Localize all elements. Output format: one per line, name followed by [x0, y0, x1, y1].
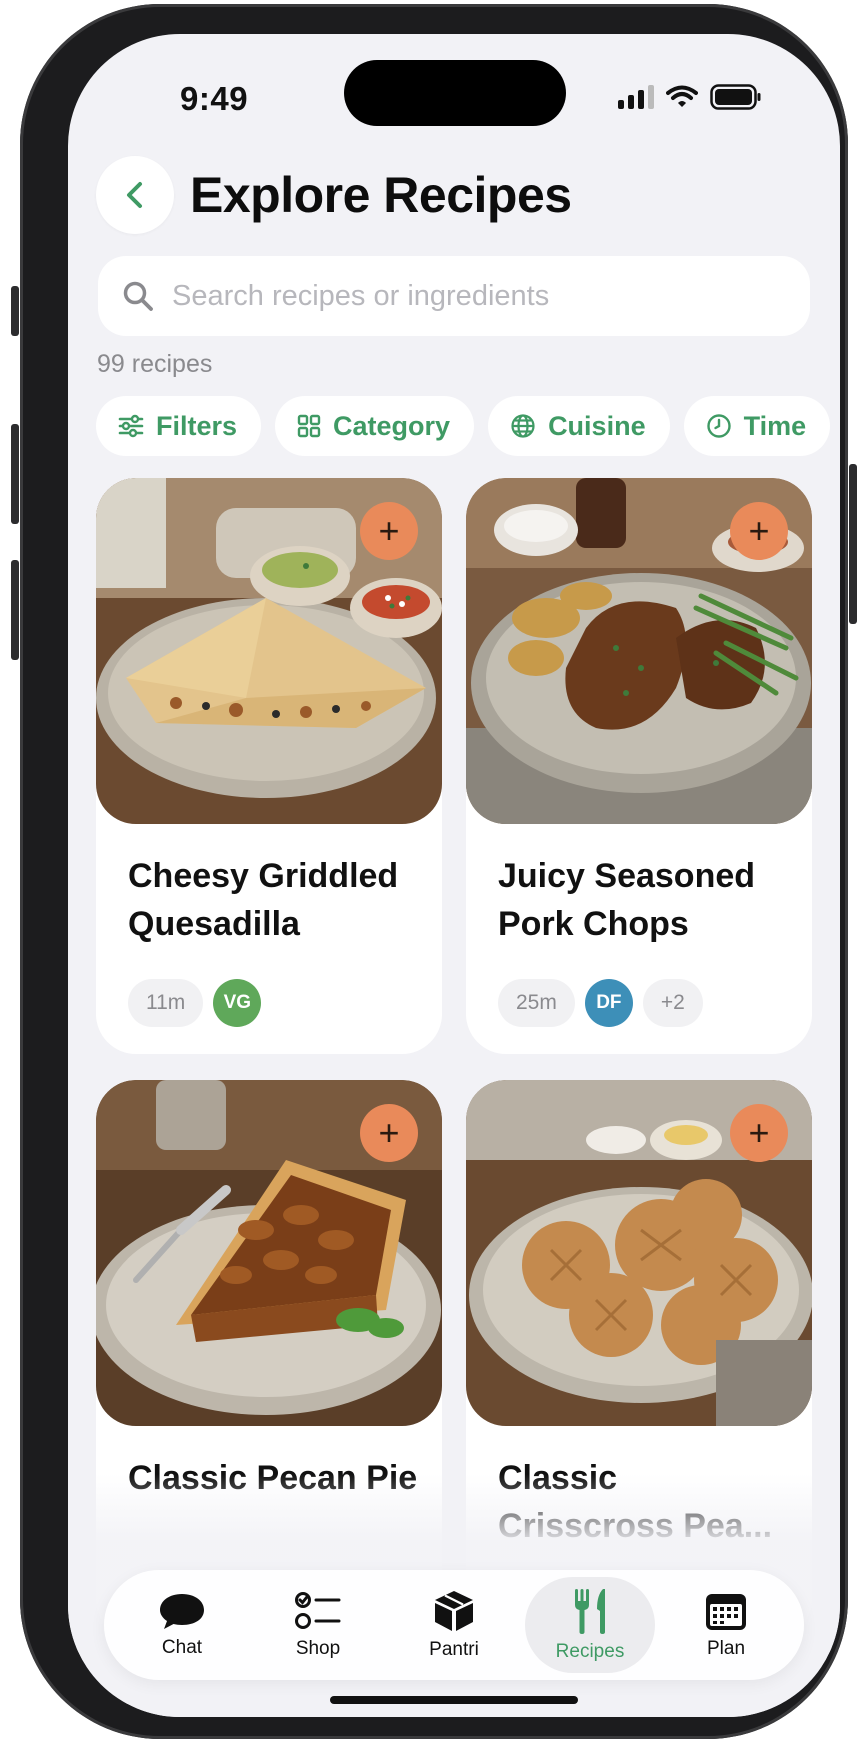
add-recipe-button[interactable]: + [360, 1104, 418, 1162]
recipe-count: 99 recipes [97, 350, 213, 378]
screen: 9:49 Explore Recipes Search recipes or i… [68, 34, 840, 1717]
filters-chip[interactable]: Filters [96, 396, 262, 456]
cuisine-chip[interactable]: Cuisine [488, 396, 670, 456]
recipe-image-pork-chops: + [466, 478, 812, 824]
power-button [849, 464, 857, 624]
tab-plan[interactable]: Plan [661, 1577, 791, 1673]
cellular-signal-icon [618, 85, 654, 109]
tab-bar: Chat Shop Pantri Recipes Plan [104, 1570, 804, 1680]
filters-chip-label: Filters [156, 410, 238, 441]
calendar-icon [706, 1594, 746, 1630]
add-recipe-button[interactable]: + [730, 502, 788, 560]
clock-icon [706, 414, 731, 438]
time-chip-label: Time [743, 410, 807, 441]
grid-icon [297, 414, 321, 438]
category-chip[interactable]: Category [275, 396, 475, 456]
tab-recipes-label: Recipes [555, 1641, 625, 1662]
chevron-left-icon [127, 182, 142, 208]
recipe-card[interactable]: + Juicy Seasoned Pork Chops 25m DF +2 [466, 478, 812, 1054]
wifi-icon [666, 85, 698, 107]
volume-up-button [11, 424, 19, 524]
page-title: Explore Recipes [190, 167, 572, 223]
recipe-card[interactable]: + Cheesy Griddled Quesadilla 11m VG [96, 478, 442, 1054]
time-tag: 11m [128, 979, 204, 1027]
more-tags-badge: +2 [642, 979, 703, 1027]
tab-chat-label: Chat [161, 1637, 203, 1658]
recipe-image-pecan-pie: + [96, 1080, 442, 1426]
filter-chips: Filters Category Cuisine Time [96, 396, 840, 456]
diet-badge-df: DF [584, 979, 633, 1027]
add-recipe-button[interactable]: + [730, 1104, 788, 1162]
cuisine-chip-label: Cuisine [548, 410, 646, 441]
status-time: 9:49 [180, 80, 249, 117]
search-bar[interactable] [98, 256, 810, 336]
tab-shop[interactable]: Shop [253, 1577, 383, 1673]
recipe-tags: 11m VG [128, 979, 262, 1027]
tab-recipes[interactable]: Recipes [525, 1577, 655, 1673]
back-button[interactable] [96, 156, 174, 234]
tab-chat[interactable]: Chat [117, 1577, 247, 1673]
sliders-icon [118, 414, 144, 438]
recipe-image-quesadilla: + [96, 478, 442, 824]
category-chip-label: Category [333, 410, 451, 441]
tab-shop-label: Shop [295, 1638, 341, 1659]
tab-pantri-label: Pantri [429, 1639, 479, 1660]
volume-down-button [11, 560, 19, 660]
chat-bubble-icon [160, 1594, 204, 1629]
dynamic-island [344, 60, 566, 126]
tab-plan-label: Plan [706, 1638, 746, 1659]
add-recipe-button[interactable]: + [360, 502, 418, 560]
time-chip[interactable]: Time [683, 396, 831, 456]
home-indicator [330, 1696, 578, 1704]
recipe-title: Juicy Seasoned Pork Chops [498, 857, 756, 943]
search-icon [123, 281, 153, 311]
battery-icon [710, 84, 761, 110]
diet-badge-vg: VG [213, 979, 262, 1027]
recipe-title: Cheesy Griddled Quesadilla [128, 857, 399, 943]
recipe-image-cookies: + [466, 1080, 812, 1426]
mute-switch [11, 286, 19, 336]
phone-frame: 9:49 Explore Recipes Search recipes or i… [11, 4, 857, 1739]
fork-knife-icon [575, 1589, 605, 1634]
recipe-tags: 25m DF +2 [498, 979, 703, 1027]
globe-icon [511, 414, 535, 438]
time-tag: 25m [498, 979, 575, 1027]
search-input[interactable] [172, 279, 732, 313]
checklist-icon [295, 1592, 341, 1629]
status-icons [618, 84, 762, 110]
tab-pantri[interactable]: Pantri [389, 1577, 519, 1673]
box-icon [435, 1591, 473, 1631]
